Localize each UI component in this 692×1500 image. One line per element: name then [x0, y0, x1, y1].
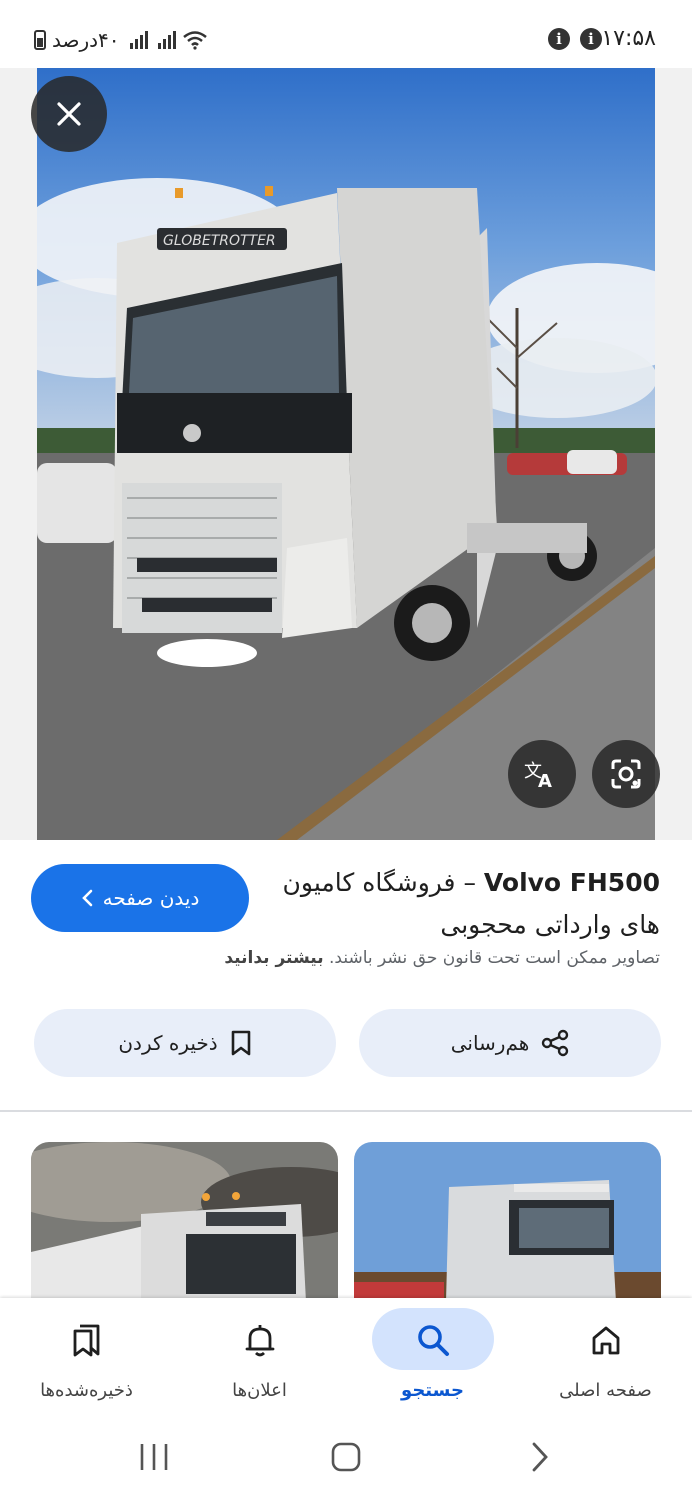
home-system-button[interactable]: [330, 1441, 362, 1473]
clock: ۱۷:۵۸: [601, 26, 656, 51]
save-button[interactable]: ذخیره کردن: [34, 1009, 336, 1077]
translate-button[interactable]: 文 A: [508, 740, 576, 808]
lens-icon: [611, 759, 641, 789]
nav-notifications[interactable]: اعلان‌ها: [173, 1298, 346, 1426]
share-button-label: هم‌رسانی: [450, 1031, 530, 1055]
visit-page-button[interactable]: دیدن صفحه: [31, 864, 249, 932]
wifi-icon: [182, 31, 207, 50]
nav-home[interactable]: صفحه اصلی: [519, 1298, 692, 1426]
bookmark-icon: [231, 1030, 250, 1056]
visit-button-label: دیدن صفحه: [102, 886, 200, 910]
translate-icon: 文 A: [524, 761, 552, 789]
back-system-button[interactable]: [528, 1441, 552, 1473]
nav-saved[interactable]: ذخیره‌شده‌ها: [0, 1298, 173, 1426]
recent-apps-button[interactable]: [138, 1442, 170, 1472]
svg-text:GLOBETROTTER: GLOBETROTTER: [163, 233, 276, 249]
battery-icon: [34, 30, 46, 50]
related-image-1[interactable]: [354, 1142, 661, 1302]
search-icon: [413, 1320, 453, 1360]
chevron-left-icon: [81, 889, 92, 907]
copyright-notice: تصاویر ممکن است تحت قانون حق نشر باشند. …: [224, 948, 660, 968]
close-button[interactable]: [31, 76, 107, 152]
result-title[interactable]: Volvo FH500 – فروشگاه کامیون های وارداتی…: [260, 862, 660, 946]
bottom-navigation: صفحه اصلی جستجو اعلان‌ها: [0, 1298, 692, 1426]
nav-saved-label: ذخیره‌شده‌ها: [40, 1380, 133, 1401]
battery-text: ۴۰درصد: [52, 28, 120, 52]
result-info: Volvo FH500 – فروشگاه کامیون های وارداتی…: [0, 840, 692, 1110]
image-viewer: GLOBETROTTER: [0, 68, 692, 840]
info-icon-2: i: [580, 28, 602, 50]
nav-home-label: صفحه اصلی: [559, 1380, 652, 1401]
hero-image[interactable]: GLOBETROTTER: [37, 68, 655, 840]
lens-button[interactable]: [592, 740, 660, 808]
nav-search[interactable]: جستجو: [346, 1298, 519, 1426]
close-icon: [57, 102, 81, 126]
nav-search-label: جستجو: [401, 1380, 464, 1401]
share-button[interactable]: هم‌رسانی: [359, 1009, 661, 1077]
svg-text:A: A: [538, 771, 552, 789]
bell-icon: [240, 1320, 280, 1360]
system-navigation-bar: [0, 1426, 692, 1500]
share-icon: [542, 1029, 569, 1057]
divider: [0, 1110, 692, 1112]
nav-notifications-label: اعلان‌ها: [232, 1380, 287, 1401]
bookmarks-icon: [67, 1320, 107, 1360]
result-title-latin: Volvo FH500: [483, 868, 660, 897]
info-icon: i: [548, 28, 570, 50]
status-left: ۴۰درصد: [34, 26, 208, 54]
home-icon: [586, 1320, 626, 1360]
signal-icon: [129, 31, 148, 49]
related-image-2[interactable]: [31, 1142, 338, 1302]
copyright-text: تصاویر ممکن است تحت قانون حق نشر باشند.: [323, 948, 660, 968]
learn-more-link[interactable]: بیشتر بدانید: [224, 948, 323, 968]
signal-icon-2: [157, 31, 176, 49]
save-button-label: ذخیره کردن: [118, 1031, 218, 1055]
